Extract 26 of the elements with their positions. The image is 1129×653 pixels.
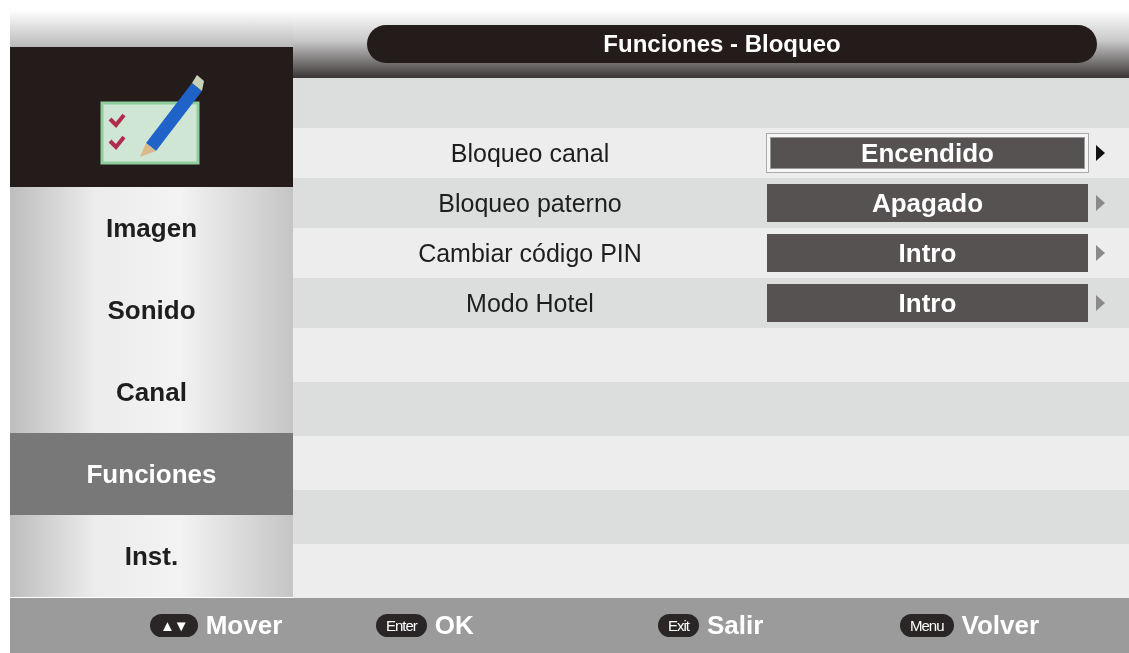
hint-label: Salir [707, 610, 764, 641]
sidebar-item[interactable]: Imagen [10, 187, 293, 269]
sidebar-item[interactable]: Sonido [10, 269, 293, 351]
sidebar-item[interactable]: Funciones [10, 433, 293, 515]
setting-value[interactable]: Encendido [767, 134, 1088, 172]
setting-value[interactable]: Intro [767, 234, 1088, 272]
hint-label: OK [434, 610, 474, 641]
setting-value[interactable]: Apagado [767, 184, 1088, 222]
remote-key-badge: Enter [376, 614, 427, 637]
arrow-right-icon [1096, 195, 1105, 211]
setting-label: Modo Hotel [465, 288, 595, 318]
arrow-right-icon [1096, 245, 1105, 261]
setting-label: Bloqueo paterno [437, 188, 623, 218]
hint-label: Mover [205, 610, 283, 641]
setting-value[interactable]: Intro [767, 284, 1088, 322]
setting-label: Cambiar código PIN [417, 238, 643, 268]
remote-key-badge: Exit [658, 614, 699, 637]
setting-label: Bloqueo canal [449, 138, 611, 168]
arrow-right-icon [1096, 145, 1105, 161]
remote-key-badge: ▲▼ [150, 614, 198, 637]
sidebar-item[interactable]: Canal [10, 351, 293, 433]
sidebar-item[interactable]: Inst. [10, 515, 293, 597]
remote-key-badge: Menu [900, 614, 954, 637]
arrow-right-icon [1096, 295, 1105, 311]
menu-title: Funciones - Bloqueo [367, 25, 1097, 63]
hint-label: Volver [961, 610, 1040, 641]
